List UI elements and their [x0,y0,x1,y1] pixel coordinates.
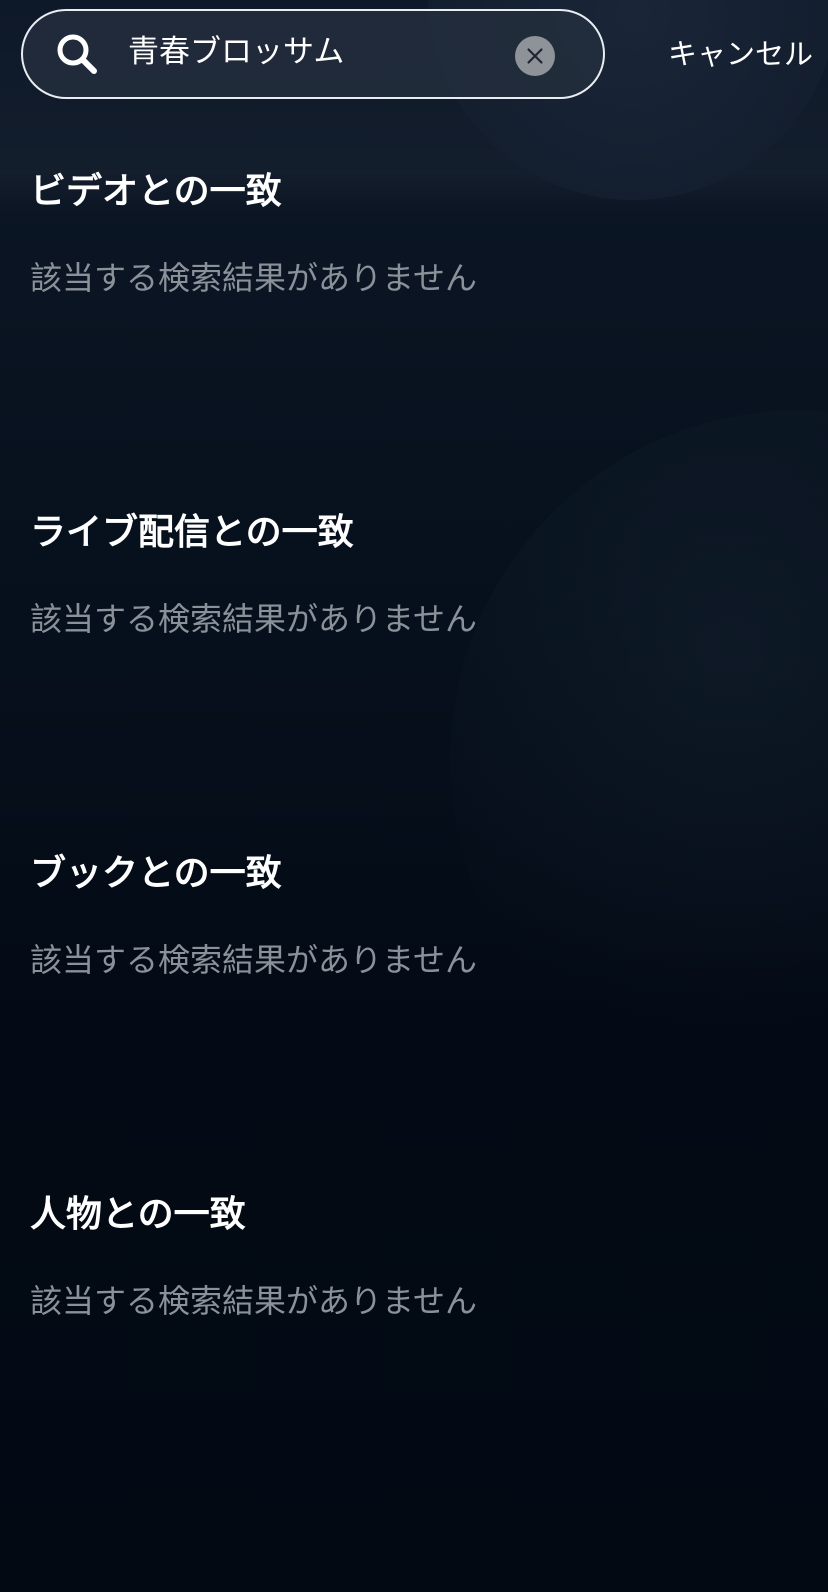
section-title-live: ライブ配信との一致 [30,512,354,553]
close-icon [527,48,543,64]
search-results-screen: キャンセル ビデオとの一致 該当する検索結果がありません ライブ配信との一致 該… [0,0,828,1592]
cancel-button[interactable]: キャンセル [668,32,818,76]
section-empty-books: 該当する検索結果がありません [30,941,478,979]
section-title-books: ブックとの一致 [30,853,282,894]
section-empty-people: 該当する検索結果がありません [30,1282,478,1320]
search-icon [57,34,97,74]
section-title-video: ビデオとの一致 [30,171,282,212]
clear-search-button[interactable] [515,36,555,76]
search-input[interactable] [128,24,488,80]
background-decoration [450,410,828,1110]
section-empty-live: 該当する検索結果がありません [30,600,478,638]
section-title-people: 人物との一致 [30,1194,246,1235]
section-empty-video: 該当する検索結果がありません [30,259,478,297]
